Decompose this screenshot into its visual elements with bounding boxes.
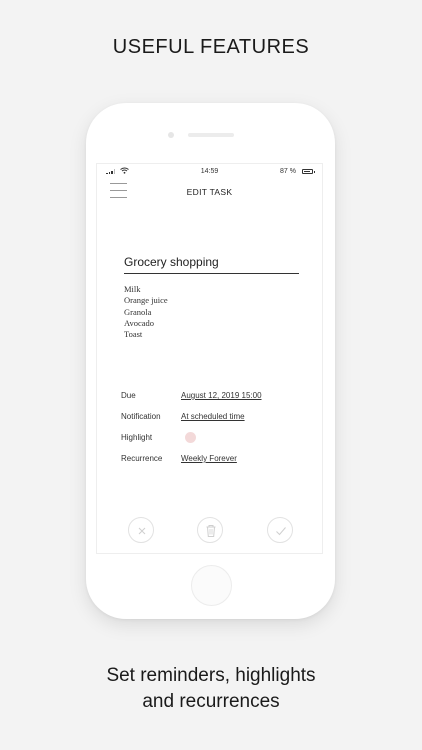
recurrence-label: Recurrence: [121, 454, 163, 463]
phone-frame: 14:59 87 % EDIT TASK Grocery shopping Mi…: [86, 103, 335, 619]
notification-link[interactable]: At scheduled time: [181, 412, 245, 421]
notification-label: Notification: [121, 412, 161, 421]
highlight-row: Highlight: [121, 432, 311, 447]
note-line: Orange juice: [124, 295, 168, 306]
trash-icon: [206, 525, 216, 537]
due-row: Due August 12, 2019 15:00: [121, 391, 311, 405]
battery-percentage: 87 %: [280, 168, 296, 175]
recurrence-row: Recurrence Weekly Forever: [121, 454, 311, 468]
highlight-color-swatch[interactable]: [185, 432, 196, 443]
camera: [168, 132, 174, 138]
note-line: Toast: [124, 329, 143, 340]
delete-button[interactable]: [197, 517, 223, 543]
app-screen: 14:59 87 % EDIT TASK Grocery shopping Mi…: [96, 163, 323, 554]
status-bar: 14:59 87 %: [97, 164, 322, 180]
page-title: EDIT TASK: [186, 187, 233, 197]
caption-line: and recurrences: [142, 691, 280, 712]
caption-line: Set reminders, highlights: [106, 665, 316, 686]
notification-row: Notification At scheduled time: [121, 412, 311, 426]
battery-icon: [302, 169, 315, 174]
note-line: Granola: [124, 306, 152, 317]
speaker: [188, 133, 234, 137]
cancel-button[interactable]: [128, 517, 154, 543]
close-icon: [138, 527, 146, 535]
recurrence-link[interactable]: Weekly Forever: [181, 454, 237, 463]
home-button: [191, 565, 232, 606]
due-label: Due: [121, 391, 136, 400]
note-line: Avocado: [124, 317, 155, 328]
checkmark-icon: [276, 527, 286, 536]
due-date-link[interactable]: August 12, 2019 15:00: [181, 391, 262, 400]
note-line: Milk: [124, 284, 141, 294]
highlight-label: Highlight: [121, 433, 153, 442]
task-notes[interactable]: Milk Orange juice Granola Avocado Toast: [124, 284, 168, 340]
promo-headline: USEFUL FEATURES: [112, 36, 310, 58]
confirm-button[interactable]: [267, 517, 293, 543]
task-title-input[interactable]: Grocery shopping: [124, 255, 299, 274]
promo-caption: Set reminders, highlights and recurrence…: [0, 663, 422, 715]
